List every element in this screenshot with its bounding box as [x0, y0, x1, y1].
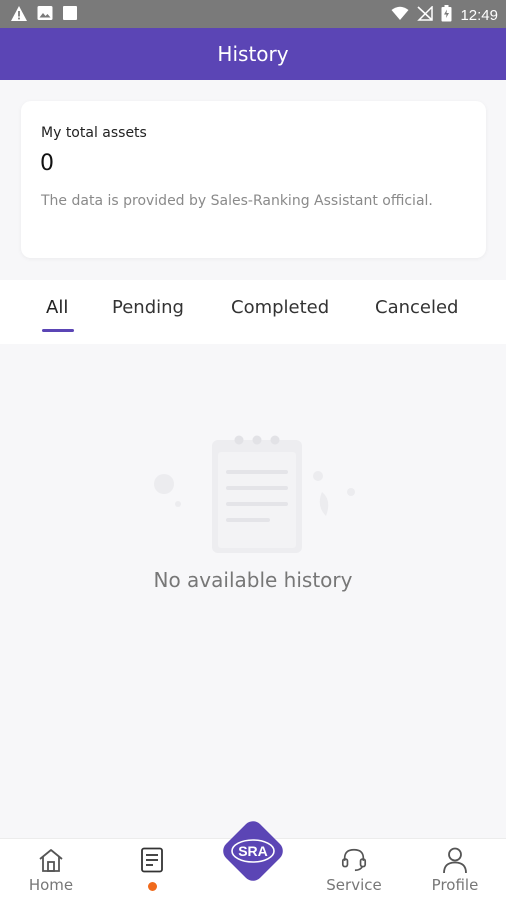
- active-tab-indicator: [42, 329, 74, 332]
- page-title: History: [217, 42, 289, 66]
- status-bar: 12:49: [0, 0, 506, 28]
- total-assets-value: 0: [40, 151, 54, 176]
- app-bar: History: [0, 28, 506, 80]
- nav-history[interactable]: [102, 839, 202, 900]
- nav-service[interactable]: Service: [304, 839, 404, 900]
- clock: 12:49: [460, 6, 498, 24]
- nav-service-label: Service: [326, 876, 382, 894]
- warning-icon: [10, 5, 28, 26]
- sra-center-button[interactable]: SRA: [216, 814, 290, 888]
- total-assets-card: My total assets 0 The data is provided b…: [21, 101, 486, 258]
- nav-home-label: Home: [28, 876, 74, 894]
- no-signal-icon: [417, 5, 434, 25]
- tab-completed[interactable]: Completed: [231, 297, 329, 318]
- nav-profile-label: Profile: [431, 876, 479, 894]
- square-icon: [62, 5, 78, 26]
- headset-icon: [340, 846, 368, 874]
- tab-pending[interactable]: Pending: [112, 297, 184, 318]
- history-list-empty: No available history: [0, 344, 506, 838]
- history-tabs: All Pending Completed Canceled: [0, 280, 506, 344]
- sra-logo-text: SRA: [238, 843, 268, 859]
- person-icon: [441, 846, 469, 874]
- total-assets-label: My total assets: [41, 125, 147, 141]
- data-source-note: The data is provided by Sales-Ranking As…: [41, 193, 433, 209]
- sra-logo: SRA: [223, 821, 283, 881]
- document-icon: [138, 846, 166, 874]
- tab-all[interactable]: All: [46, 297, 68, 318]
- home-icon: [37, 846, 65, 874]
- nav-active-dot: [147, 882, 157, 891]
- battery-icon: [441, 5, 452, 26]
- nav-home[interactable]: Home: [1, 839, 101, 900]
- empty-state-message: No available history: [153, 568, 353, 592]
- empty-clipboard-icon: [146, 434, 360, 563]
- tab-canceled[interactable]: Canceled: [375, 297, 458, 318]
- image-icon: [37, 5, 53, 26]
- nav-profile[interactable]: Profile: [405, 839, 505, 900]
- wifi-icon: [391, 6, 409, 25]
